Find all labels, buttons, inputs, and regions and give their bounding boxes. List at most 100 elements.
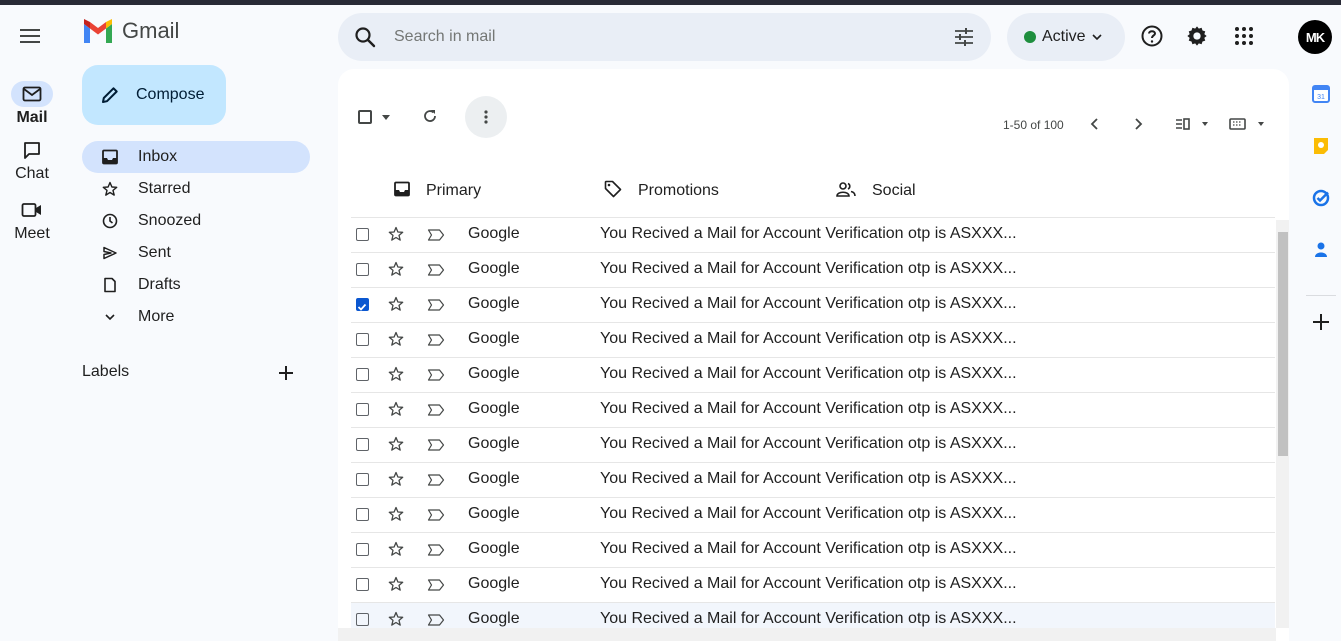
select-all-checkbox[interactable] (358, 110, 372, 124)
row-checkbox[interactable] (356, 228, 369, 241)
apps-grid-icon[interactable] (1234, 24, 1254, 53)
send-icon (102, 245, 118, 261)
row-checkbox[interactable] (356, 508, 369, 521)
search-input[interactable] (394, 25, 914, 49)
status-selector[interactable]: Active (1007, 13, 1125, 61)
star-icon[interactable] (388, 576, 404, 597)
gmail-logo[interactable]: Gmail (82, 18, 179, 44)
nav-item-inbox[interactable]: Inbox (82, 141, 310, 173)
tab-promotions[interactable]: Promotions (604, 165, 719, 217)
row-checkbox[interactable] (356, 403, 369, 416)
row-checkbox[interactable] (356, 613, 369, 626)
email-row[interactable]: Google You Recived a Mail for Account Ver… (351, 497, 1275, 532)
email-subject: You Recived a Mail for Account Verificat… (600, 225, 1017, 242)
more-actions-button[interactable] (465, 96, 507, 138)
email-row[interactable]: Google You Recived a Mail for Account Ver… (351, 532, 1275, 567)
star-icon[interactable] (388, 366, 404, 387)
category-tabs: Primary Promotions Social (338, 165, 1289, 217)
nav-item-starred[interactable]: Starred (82, 173, 310, 205)
star-icon[interactable] (388, 331, 404, 352)
next-page-icon[interactable] (1133, 117, 1143, 136)
row-checkbox[interactable] (356, 298, 369, 311)
nav-item-snoozed[interactable]: Snoozed (82, 205, 310, 237)
email-row[interactable]: Google You Recived a Mail for Account Ver… (351, 357, 1275, 392)
chevron-down-icon (102, 309, 118, 325)
row-checkbox[interactable] (356, 438, 369, 451)
important-marker-icon[interactable] (427, 298, 445, 316)
refresh-icon[interactable] (422, 108, 438, 129)
important-marker-icon[interactable] (427, 438, 445, 456)
pencil-icon (102, 87, 118, 103)
contacts-icon[interactable] (1312, 241, 1330, 264)
row-checkbox[interactable] (356, 263, 369, 276)
keep-icon[interactable] (1312, 137, 1330, 160)
horizontal-scrollbar[interactable] (338, 628, 1276, 641)
rail-item-mail[interactable]: Mail (0, 81, 64, 127)
important-marker-icon[interactable] (427, 403, 445, 421)
email-sender: Google (468, 575, 520, 592)
star-icon[interactable] (388, 226, 404, 247)
rail-item-chat[interactable]: Chat (0, 137, 64, 183)
star-icon[interactable] (388, 471, 404, 492)
nav-item-label: Sent (138, 244, 171, 261)
tasks-icon[interactable] (1312, 189, 1330, 212)
important-marker-icon[interactable] (427, 473, 445, 491)
tab-label: Promotions (638, 182, 719, 199)
nav-item-sent[interactable]: Sent (82, 237, 310, 269)
email-list: Google You Recived a Mail for Account Ver… (351, 217, 1275, 637)
important-marker-icon[interactable] (427, 228, 445, 246)
star-icon[interactable] (388, 401, 404, 422)
split-pane-toggle-icon[interactable] (1175, 117, 1211, 135)
calendar-icon[interactable]: 31 (1312, 85, 1330, 108)
account-avatar[interactable]: MK (1298, 20, 1332, 54)
settings-gear-icon[interactable] (1186, 24, 1208, 53)
row-checkbox[interactable] (356, 368, 369, 381)
important-marker-icon[interactable] (427, 368, 445, 386)
rail-item-meet[interactable]: Meet (0, 197, 64, 243)
plus-icon[interactable] (1312, 313, 1330, 336)
add-label-plus-icon[interactable] (276, 363, 296, 388)
select-dropdown-caret-icon[interactable] (382, 115, 390, 120)
main-menu-icon[interactable] (18, 25, 46, 49)
email-row[interactable]: Google You Recived a Mail for Account Ver… (351, 427, 1275, 462)
tab-primary[interactable]: Primary (394, 165, 481, 217)
scrollbar-thumb[interactable] (1278, 232, 1288, 456)
search-options-icon[interactable] (953, 26, 975, 53)
row-checkbox[interactable] (356, 333, 369, 346)
email-subject: You Recived a Mail for Account Verificat… (600, 330, 1017, 347)
previous-page-icon[interactable] (1090, 117, 1100, 136)
email-subject: You Recived a Mail for Account Verificat… (600, 610, 1017, 627)
nav-item-drafts[interactable]: Drafts (82, 269, 310, 301)
important-marker-icon[interactable] (427, 578, 445, 596)
row-checkbox[interactable] (356, 578, 369, 591)
inbox-icon (102, 149, 118, 165)
rail-item-label: Chat (15, 165, 49, 182)
tag-icon (604, 180, 622, 203)
check-icon (357, 303, 367, 311)
email-row[interactable]: Google You Recived a Mail for Account Ver… (351, 287, 1275, 322)
important-marker-icon[interactable] (427, 333, 445, 351)
star-icon[interactable] (388, 261, 404, 282)
important-marker-icon[interactable] (427, 543, 445, 561)
important-marker-icon[interactable] (427, 263, 445, 281)
email-row[interactable]: Google You Recived a Mail for Account Ver… (351, 322, 1275, 357)
star-icon[interactable] (388, 506, 404, 527)
side-panel: 31 (1302, 69, 1341, 641)
email-row[interactable]: Google You Recived a Mail for Account Ver… (351, 217, 1275, 252)
email-row[interactable]: Google You Recived a Mail for Account Ver… (351, 462, 1275, 497)
tab-social[interactable]: Social (836, 165, 916, 217)
input-tools-keyboard-icon[interactable] (1229, 117, 1267, 135)
star-icon[interactable] (388, 541, 404, 562)
nav-item-more[interactable]: More (82, 301, 310, 333)
email-row[interactable]: Google You Recived a Mail for Account Ver… (351, 392, 1275, 427)
email-row[interactable]: Google You Recived a Mail for Account Ver… (351, 567, 1275, 602)
help-icon[interactable] (1141, 24, 1163, 53)
star-icon[interactable] (388, 296, 404, 317)
compose-button[interactable]: Compose (82, 65, 226, 125)
email-row[interactable]: Google You Recived a Mail for Account Ver… (351, 252, 1275, 287)
search-icon[interactable] (354, 26, 376, 53)
star-icon[interactable] (388, 436, 404, 457)
row-checkbox[interactable] (356, 473, 369, 486)
row-checkbox[interactable] (356, 543, 369, 556)
important-marker-icon[interactable] (427, 508, 445, 526)
